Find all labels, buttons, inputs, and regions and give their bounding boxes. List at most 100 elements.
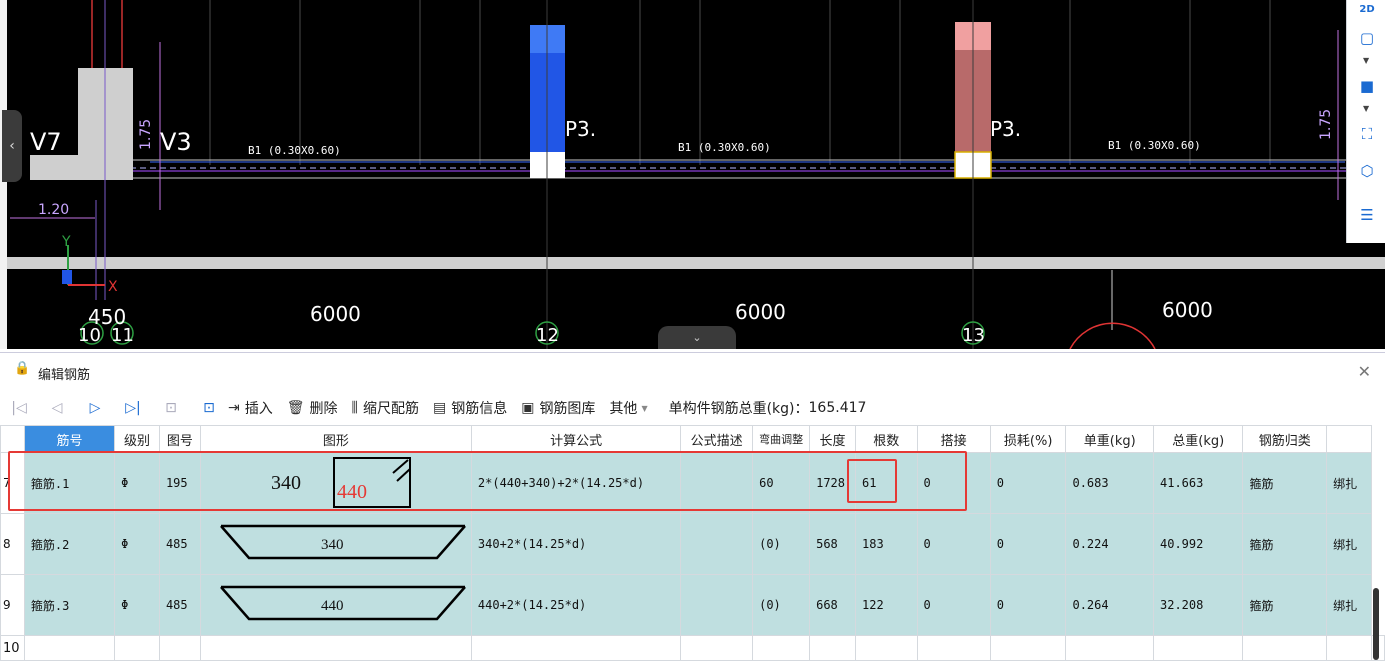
empty-cell[interactable]	[752, 635, 811, 661]
cell-formula[interactable]: 440+2*(14.25*d)	[470, 574, 682, 636]
cell-extra[interactable]: 绑扎	[1326, 452, 1372, 514]
table-row[interactable]: 8 箍筋.2 Φ 485 340 340+2*(14.25*d) (0) 568…	[0, 513, 1385, 575]
cell-loss[interactable]: 0	[989, 513, 1067, 575]
cell-loss[interactable]: 0	[989, 452, 1067, 514]
column-header[interactable]: 图号	[158, 425, 201, 453]
collapse-panel-chevron-icon[interactable]: ⌄	[658, 326, 736, 349]
chevron-down-icon[interactable]: ▼	[1363, 56, 1369, 65]
empty-cell[interactable]	[809, 635, 857, 661]
other-label: 其他	[609, 401, 638, 417]
cube-view-icon[interactable]: ▢	[1354, 25, 1380, 51]
cell-total-weight[interactable]: 32.208	[1152, 574, 1244, 636]
empty-cell[interactable]	[855, 635, 918, 661]
chevron-down-icon[interactable]: ▼	[1363, 104, 1369, 113]
other-dropdown[interactable]: 其他 ▼	[609, 398, 652, 418]
cell-grade[interactable]: Φ	[114, 513, 160, 575]
empty-cell[interactable]	[989, 635, 1067, 661]
close-icon[interactable]: ✕	[1358, 362, 1371, 381]
column-header[interactable]: 损耗(%)	[989, 425, 1067, 453]
cell-shape[interactable]: 440	[199, 574, 472, 636]
cell-extra[interactable]: 绑扎	[1326, 513, 1372, 575]
empty-cell[interactable]	[1065, 635, 1154, 661]
column-header[interactable]: 搭接	[916, 425, 991, 453]
table-row[interactable]: 9 箍筋.3 Φ 485 440 440+2*(14.25*d) (0) 668…	[0, 574, 1385, 636]
delete-button[interactable]: 🗑 删除	[287, 398, 338, 418]
cell-total-weight[interactable]: 41.663	[1152, 452, 1244, 514]
table-header: 筋号 级别 图号 图形 计算公式 公式描述 弯曲调整 长度 根数 搭接 损耗(%…	[0, 425, 1385, 453]
empty-cell[interactable]	[1242, 635, 1328, 661]
cell-count[interactable]: 183	[855, 513, 918, 575]
empty-cell[interactable]	[1152, 635, 1244, 661]
cell-category[interactable]: 箍筋	[1242, 452, 1328, 514]
empty-cell[interactable]	[680, 635, 754, 661]
cell-bend-adjust[interactable]: (0)	[752, 574, 811, 636]
scale-rebar-button[interactable]: ⫼ 缩尺配筋	[352, 398, 419, 418]
cell-figure-no[interactable]: 485	[158, 574, 201, 636]
cell-formula-desc[interactable]	[680, 513, 754, 575]
move-up-icon[interactable]: ⊡	[152, 400, 190, 416]
column-header[interactable]: 总重(kg)	[1152, 425, 1244, 453]
cell-figure-no[interactable]: 485	[158, 513, 201, 575]
column-header[interactable]: 钢筋归类	[1242, 425, 1328, 453]
insert-icon: ⇥	[228, 400, 240, 416]
cell-category[interactable]: 箍筋	[1242, 513, 1328, 575]
empty-cell[interactable]	[1326, 635, 1372, 661]
drag-handle-icon[interactable]: 🔒	[14, 361, 30, 376]
cell-extra[interactable]: 绑扎	[1326, 574, 1372, 636]
cell-unit-weight[interactable]: 0.264	[1065, 574, 1154, 636]
cell-category[interactable]: 箍筋	[1242, 574, 1328, 636]
insert-button[interactable]: ⇥ 插入	[228, 398, 273, 418]
cell-bar-name[interactable]: 箍筋.2	[23, 513, 116, 575]
move-down-icon[interactable]: ⊡	[190, 400, 228, 416]
vertical-scrollbar[interactable]	[1373, 588, 1379, 660]
column-header[interactable]: 图形	[199, 425, 472, 453]
cad-viewport[interactable]: V7 V3 P3. P3. B1 (0.30X0.60) B1 (0.30X0.…	[0, 0, 1385, 349]
2d-view-button[interactable]: 2D	[1354, 0, 1380, 22]
cell-shape[interactable]: 340	[199, 513, 472, 575]
column-header[interactable]: 长度	[809, 425, 857, 453]
cell-length[interactable]: 568	[809, 513, 857, 575]
cell-unit-weight[interactable]: 0.683	[1065, 452, 1154, 514]
cell-bar-name[interactable]: 箍筋.3	[23, 574, 116, 636]
empty-cell[interactable]	[916, 635, 991, 661]
layer-settings-icon[interactable]: ☰	[1354, 202, 1380, 228]
column-header[interactable]: 弯曲调整	[752, 425, 811, 453]
empty-cell[interactable]	[114, 635, 160, 661]
cad-drawing[interactable]: V7 V3 P3. P3. B1 (0.30X0.60) B1 (0.30X0.…	[0, 0, 1385, 349]
column-header[interactable]: 计算公式	[470, 425, 682, 453]
empty-cell[interactable]	[470, 635, 682, 661]
rebar-info-button[interactable]: ▤ 钢筋信息	[433, 398, 507, 418]
cell-lap[interactable]: 0	[916, 574, 991, 636]
column-header[interactable]: 公式描述	[680, 425, 754, 453]
zoom-extents-icon[interactable]: ⛶	[1354, 121, 1380, 147]
column-header[interactable]: 根数	[855, 425, 918, 453]
3d-model-icon[interactable]: ⬡	[1354, 158, 1380, 184]
last-record-icon[interactable]: ▷|	[114, 400, 152, 416]
prev-record-icon[interactable]: ◁	[38, 400, 76, 416]
rebar-library-button[interactable]: ▣ 钢筋图库	[521, 398, 595, 418]
empty-cell[interactable]	[23, 635, 116, 661]
panel-title-bar[interactable]: 🔒 编辑钢筋 ✕	[0, 353, 1385, 389]
cell-total-weight[interactable]: 40.992	[1152, 513, 1244, 575]
column-header[interactable]: 筋号	[23, 425, 116, 453]
cell-grade[interactable]: Φ	[114, 574, 160, 636]
cell-bend-adjust[interactable]: (0)	[752, 513, 811, 575]
cell-length[interactable]: 668	[809, 574, 857, 636]
cell-count[interactable]: 122	[855, 574, 918, 636]
solid-view-icon[interactable]: ■	[1354, 73, 1380, 99]
cell-unit-weight[interactable]: 0.224	[1065, 513, 1154, 575]
column-header[interactable]: 单重(kg)	[1065, 425, 1154, 453]
empty-cell[interactable]	[158, 635, 201, 661]
table-row-empty[interactable]: 10	[0, 635, 1385, 661]
first-record-icon[interactable]: |◁	[0, 400, 38, 416]
cell-formula[interactable]: 340+2*(14.25*d)	[470, 513, 682, 575]
column-header[interactable]: 级别	[114, 425, 160, 453]
cell-lap[interactable]: 0	[916, 513, 991, 575]
cell-loss[interactable]: 0	[989, 574, 1067, 636]
cell-formula-desc[interactable]	[680, 574, 754, 636]
info-list-icon: ▤	[432, 400, 447, 416]
expand-left-arrow-icon[interactable]: ‹	[2, 110, 22, 182]
column-header[interactable]	[1326, 425, 1372, 453]
empty-cell[interactable]	[199, 635, 472, 661]
next-record-icon[interactable]: ▷	[76, 400, 114, 416]
